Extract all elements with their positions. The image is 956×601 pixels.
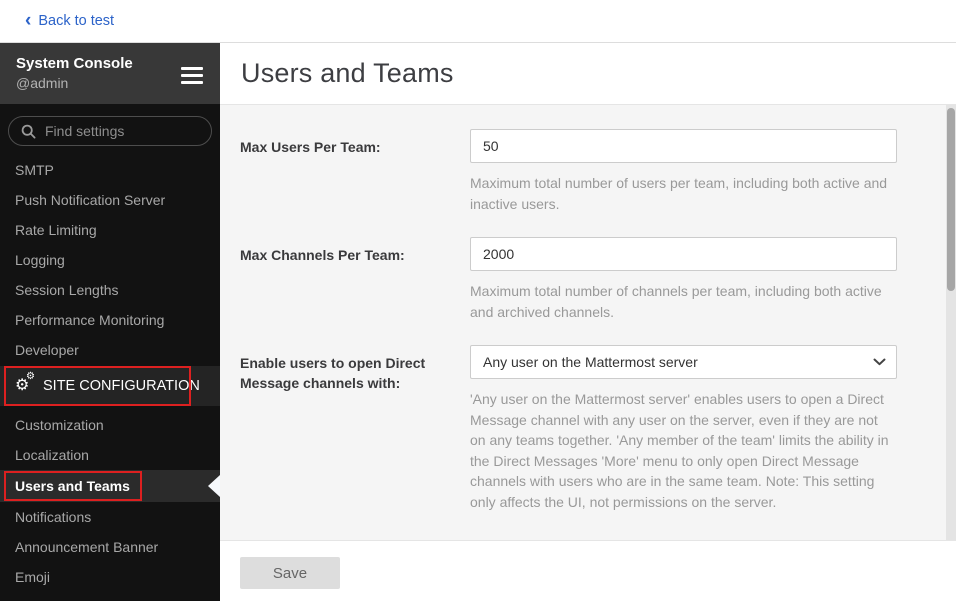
direct-message-select[interactable]: Any user on the Mattermost server [470, 345, 897, 379]
form-row-max-channels: Max Channels Per Team: Maximum total num… [240, 237, 897, 322]
back-chevron-icon: ‹ [25, 9, 32, 31]
form-row-direct-message: Enable users to open Direct Message chan… [240, 345, 897, 512]
back-link-label: Back to test [38, 13, 115, 29]
active-item-caret [208, 475, 220, 497]
direct-message-help-text: 'Any user on the Mattermost server' enab… [470, 391, 889, 510]
sidebar-item-logging[interactable]: Logging [0, 245, 220, 275]
sidebar-category-label: SITE CONFIGURATION [43, 378, 200, 394]
save-button[interactable]: Save [240, 557, 340, 589]
sidebar-item-performance-monitoring[interactable]: Performance Monitoring [0, 305, 220, 335]
scrollbar-track[interactable] [946, 105, 956, 540]
console-title: System Console [16, 55, 133, 72]
sidebar-item-developer[interactable]: Developer [0, 335, 220, 365]
sidebar-item-rate-limiting[interactable]: Rate Limiting [0, 215, 220, 245]
sidebar-item-localization[interactable]: Localization [0, 440, 220, 470]
max-users-label: Max Users Per Team: [240, 139, 381, 155]
settings-panel: Max Users Per Team: Maximum total number… [220, 104, 956, 541]
sidebar-item-customization[interactable]: Customization [0, 410, 220, 440]
max-channels-help-text: Maximum total number of channels per tea… [470, 283, 882, 320]
gears-icon: ⚙ ⚙ [15, 371, 35, 394]
direct-message-label: Enable users to open Direct Message chan… [240, 355, 426, 391]
page-title: Users and Teams [241, 58, 454, 88]
max-channels-label: Max Channels Per Team: [240, 247, 405, 263]
back-link[interactable]: ‹ Back to test [25, 9, 115, 31]
max-users-help-text: Maximum total number of users per team, … [470, 175, 888, 212]
sidebar-nav: SMTP Push Notification Server Rate Limit… [0, 155, 220, 592]
sidebar-item-users-and-teams[interactable]: Users and Teams [0, 470, 220, 502]
sidebar: System Console @admin SMTP Push Notifica… [0, 43, 220, 601]
scrollbar-thumb[interactable] [947, 108, 955, 291]
sidebar-item-emoji[interactable]: Emoji [0, 562, 220, 592]
admin-username: @admin [16, 75, 69, 91]
hamburger-menu-icon[interactable] [181, 67, 203, 84]
form-row-max-users: Max Users Per Team: Maximum total number… [240, 129, 897, 214]
search-area [0, 104, 220, 155]
sidebar-category-site-configuration[interactable]: ⚙ ⚙ SITE CONFIGURATION [0, 366, 220, 406]
sidebar-item-session-lengths[interactable]: Session Lengths [0, 275, 220, 305]
sidebar-item-smtp[interactable]: SMTP [0, 155, 220, 185]
max-users-input[interactable] [470, 129, 897, 163]
max-channels-input[interactable] [470, 237, 897, 271]
topbar: ‹ Back to test [0, 0, 956, 43]
sidebar-item-label: Users and Teams [15, 478, 130, 494]
panel-footer: Save [220, 541, 956, 589]
content-header: Users and Teams [220, 43, 956, 104]
search-input[interactable] [45, 123, 199, 139]
search-icon [21, 124, 36, 139]
sidebar-item-push-notification-server[interactable]: Push Notification Server [0, 185, 220, 215]
main-content: Users and Teams Max Users Per Team: Maxi… [220, 43, 956, 601]
sidebar-item-announcement-banner[interactable]: Announcement Banner [0, 532, 220, 562]
sidebar-header: System Console @admin [0, 43, 220, 104]
search-box[interactable] [8, 116, 212, 146]
sidebar-item-notifications[interactable]: Notifications [0, 502, 220, 532]
